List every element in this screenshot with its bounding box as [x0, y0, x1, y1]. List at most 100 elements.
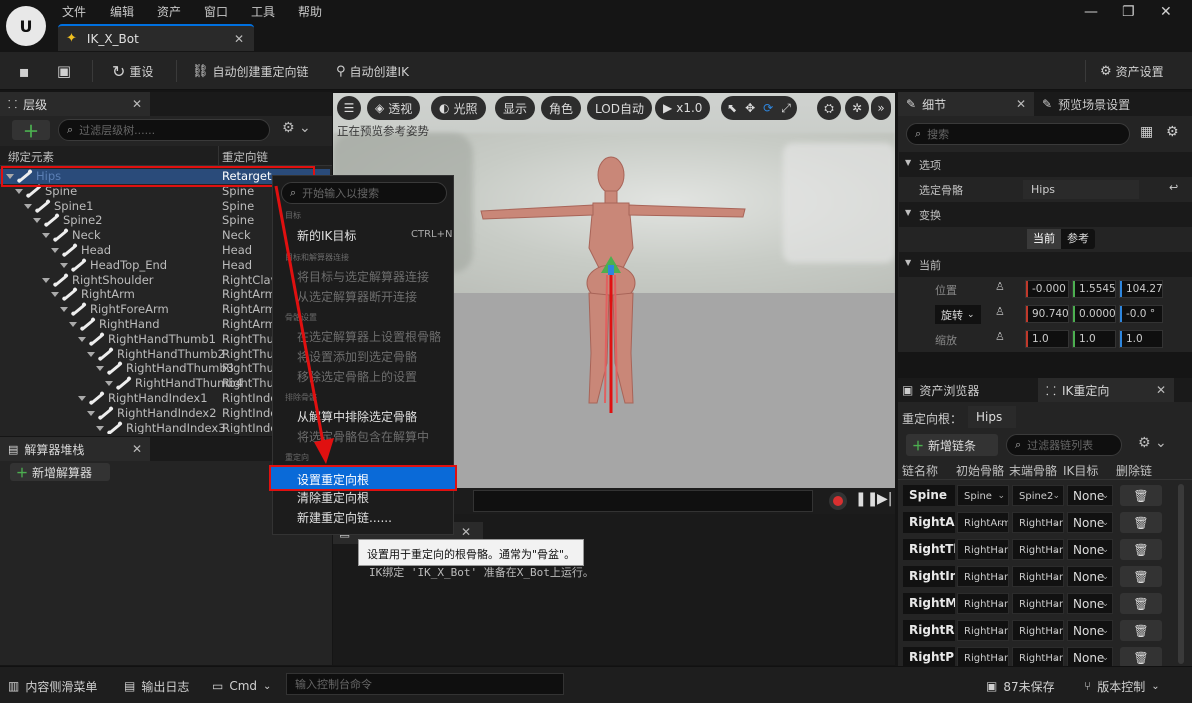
- start-bone-dropdown[interactable]: RightHand ⌄: [957, 593, 1009, 614]
- end-bone-dropdown[interactable]: Spine2 ⌄: [1012, 485, 1064, 506]
- select-icon[interactable]: ⬉: [727, 101, 737, 115]
- delete-chain-button[interactable]: 🗑: [1120, 539, 1162, 560]
- rotation-y[interactable]: 0.0000: [1072, 305, 1116, 323]
- close-details-icon[interactable]: ✕: [1016, 97, 1026, 111]
- delete-chain-button[interactable]: 🗑: [1120, 620, 1162, 641]
- menu-edit[interactable]: 编辑: [110, 3, 134, 20]
- record-button[interactable]: [829, 492, 847, 510]
- end-bone-dropdown[interactable]: RightHand ⌄: [1012, 620, 1064, 641]
- col-element-header[interactable]: 绑定元素: [8, 149, 54, 165]
- selected-bone-field[interactable]: Hips: [1023, 180, 1139, 199]
- settings-gear-icon[interactable]: ⚙ ⌄: [282, 120, 311, 136]
- close-ik-retarget-icon[interactable]: ✕: [1156, 383, 1166, 397]
- expand-arrow-icon[interactable]: [15, 188, 23, 194]
- ik-goal-dropdown[interactable]: None ⌄: [1067, 647, 1113, 668]
- expand-arrow-icon[interactable]: [78, 396, 86, 401]
- content-drawer-button[interactable]: ▥ 内容侧滑菜单: [8, 674, 97, 698]
- chain-row[interactable]: RightThumbRightHand ⌄RightHand ⌄None ⌄🗑: [900, 536, 1168, 563]
- expand-arrow-icon[interactable]: [24, 203, 32, 209]
- ik-goal-dropdown[interactable]: None ⌄: [1067, 620, 1113, 641]
- z-axis-gizmo[interactable]: [608, 265, 614, 275]
- rotation-x[interactable]: 90.740: [1025, 305, 1069, 323]
- chain-search-input[interactable]: ⌕ 过滤器链列表: [1006, 434, 1122, 456]
- menu-file[interactable]: 文件: [62, 3, 86, 20]
- chain-row[interactable]: RightIndexRightHand ⌄RightHand ⌄None ⌄🗑: [900, 563, 1168, 590]
- chain-list-scrollbar[interactable]: [1178, 484, 1184, 664]
- more-options-icon[interactable]: »: [871, 96, 891, 120]
- step-forward-icon[interactable]: ▶|: [877, 491, 892, 507]
- add-chain-button[interactable]: ＋ 新增链条: [906, 434, 998, 456]
- menu-clear-retarget-root[interactable]: 清除重定向根: [297, 489, 369, 506]
- scale-icon[interactable]: ⤢: [781, 101, 791, 116]
- col-chain-header[interactable]: 重定向链: [222, 149, 268, 165]
- close-tab-icon[interactable]: ✕: [234, 32, 244, 46]
- section-transform[interactable]: ▼ 变换: [899, 202, 1192, 227]
- col-end-bone[interactable]: 末端骨骼: [1009, 462, 1057, 479]
- timeline-track[interactable]: [473, 490, 813, 512]
- location-x[interactable]: -0.000: [1025, 280, 1069, 298]
- browse-asset-icon[interactable]: ▣: [52, 52, 76, 90]
- end-bone-dropdown[interactable]: RightHand ⌄: [1012, 566, 1064, 587]
- start-bone-dropdown[interactable]: RightHand ⌄: [957, 620, 1009, 641]
- start-bone-dropdown[interactable]: RightHand ⌄: [957, 566, 1009, 587]
- hierarchy-search-input[interactable]: ⌕ 过滤层级树......: [58, 119, 270, 141]
- expand-arrow-icon[interactable]: [6, 174, 14, 179]
- expand-arrow-icon[interactable]: [105, 381, 113, 387]
- save-icon[interactable]: ▪: [12, 52, 36, 90]
- bone-rotate-icon[interactable]: ✲: [845, 96, 869, 120]
- delete-chain-button[interactable]: 🗑: [1120, 566, 1162, 587]
- expand-arrow-icon[interactable]: [42, 233, 50, 239]
- end-bone-dropdown[interactable]: RightHand ⌄: [1012, 539, 1064, 560]
- character-button[interactable]: 角色: [541, 96, 582, 120]
- add-element-button[interactable]: ＋: [12, 120, 50, 141]
- chain-name-field[interactable]: Spine: [903, 485, 955, 506]
- show-button[interactable]: 显示: [495, 96, 536, 120]
- hierarchy-tab[interactable]: ⸬ 层级 ✕: [0, 92, 150, 116]
- asset-settings-button[interactable]: ⚙ 资产设置: [1100, 52, 1164, 90]
- chain-row[interactable]: RightMiddleRightHand ⌄RightHand ⌄None ⌄🗑: [900, 590, 1168, 617]
- scale-x[interactable]: 1.0: [1025, 330, 1069, 348]
- chain-row[interactable]: RightArmRightArm ⌄RightHand ⌄None ⌄🗑: [900, 509, 1168, 536]
- auto-create-chains-button[interactable]: ⛓ 自动创建重定向链: [192, 52, 309, 90]
- document-tab[interactable]: ✦ IK_X_Bot ✕: [58, 24, 254, 51]
- unsaved-button[interactable]: ▣ 87未保存: [986, 674, 1055, 698]
- ik-goal-dropdown[interactable]: None ⌄: [1067, 512, 1113, 533]
- toggle-current[interactable]: 当前: [1027, 229, 1061, 249]
- viewport-menu-icon[interactable]: ☰: [337, 96, 361, 120]
- expand-arrow-icon[interactable]: [33, 218, 41, 224]
- console-input[interactable]: 输入控制台命令: [286, 673, 564, 695]
- restore-icon[interactable]: ❐: [1122, 4, 1135, 20]
- lit-button[interactable]: ◐ 光照: [431, 96, 486, 120]
- expand-arrow-icon[interactable]: [78, 336, 86, 342]
- ik-goal-dropdown[interactable]: None ⌄: [1067, 539, 1113, 560]
- solver-stack-tab[interactable]: ▤ 解算器堆栈 ✕: [0, 437, 150, 461]
- expand-arrow-icon[interactable]: [60, 307, 68, 313]
- expand-arrow-icon[interactable]: [87, 351, 95, 357]
- rotate-icon[interactable]: ⟳: [763, 101, 773, 115]
- col-chain-name[interactable]: 链名称: [902, 462, 938, 479]
- section-selection[interactable]: ▼ 选项: [899, 152, 1192, 177]
- close-hierarchy-icon[interactable]: ✕: [132, 97, 142, 111]
- delete-chain-button[interactable]: 🗑: [1120, 647, 1162, 668]
- bone-select-icon[interactable]: ⛭: [817, 96, 841, 120]
- asset-browser-tab[interactable]: ▣ 资产浏览器: [902, 378, 979, 402]
- menu-tools[interactable]: 工具: [251, 3, 275, 20]
- toggle-reference[interactable]: 参考: [1061, 229, 1095, 249]
- chain-row[interactable]: Spine Spine ⌄ Spine2 ⌄ None ⌄ 🗑: [900, 482, 1168, 509]
- preview-scene-tab[interactable]: ✎ 预览场景设置: [1042, 92, 1130, 116]
- expand-arrow-icon[interactable]: [42, 277, 50, 283]
- end-bone-dropdown[interactable]: RightHand ⌄: [1012, 512, 1064, 533]
- close-solver-icon[interactable]: ✕: [132, 442, 142, 456]
- menu-new-retarget-chain[interactable]: 新建重定向链......: [297, 509, 392, 526]
- rotation-z[interactable]: -0.0 °: [1119, 305, 1163, 323]
- delete-chain-button[interactable]: 🗑: [1120, 593, 1162, 614]
- settings-gear-icon[interactable]: ⚙ ⌄: [1138, 435, 1167, 451]
- perspective-button[interactable]: ◈ 透视: [367, 96, 421, 120]
- chain-name-field[interactable]: RightPinky: [903, 647, 955, 668]
- section-current[interactable]: ▼ 当前: [899, 252, 1192, 277]
- expand-arrow-icon[interactable]: [96, 366, 104, 372]
- chain-row[interactable]: RightRingRightHand ⌄RightHand ⌄None ⌄🗑: [900, 617, 1168, 644]
- auto-create-ik-button[interactable]: ⚲ 自动创建IK: [336, 52, 409, 90]
- expand-arrow-icon[interactable]: [87, 410, 95, 416]
- end-bone-dropdown[interactable]: RightHand ⌄: [1012, 647, 1064, 668]
